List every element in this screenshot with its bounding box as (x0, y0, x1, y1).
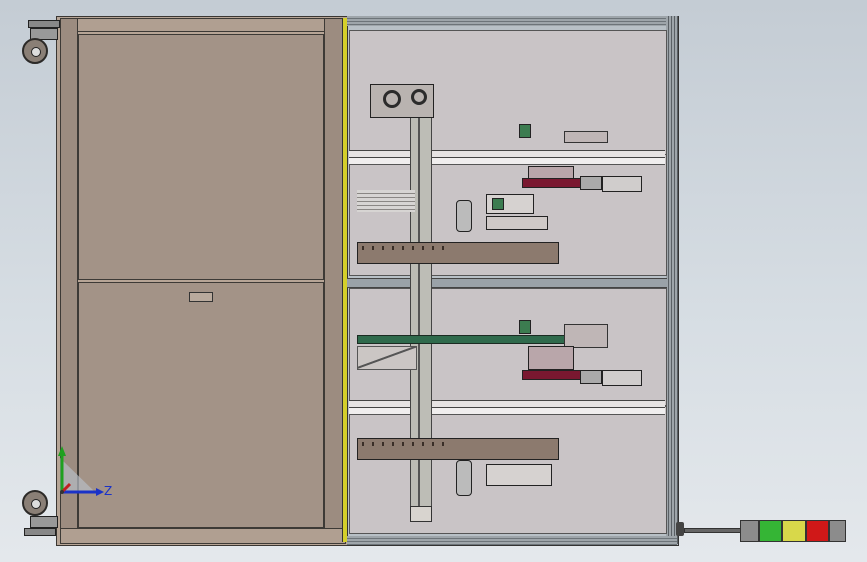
tower-light-green (759, 520, 783, 542)
lower-shelf (349, 400, 665, 408)
column-foot (410, 506, 432, 522)
upper-shelf (349, 150, 665, 158)
base-plate-holes-upper (362, 246, 452, 250)
tower-light-cap (828, 520, 847, 542)
lower-shelf-2 (349, 408, 665, 415)
cylinder-lower[interactable] (456, 460, 552, 496)
diagonal-brace (357, 346, 417, 370)
tower-light-mount (676, 522, 684, 536)
cabinet-right-post (324, 18, 344, 544)
sensor-lower[interactable] (519, 320, 531, 334)
caster-top[interactable] (22, 20, 60, 66)
tower-light-yellow (782, 520, 806, 542)
frame-mid-profile (347, 278, 667, 288)
horizontal-beam-upper (357, 190, 415, 212)
cylinder-upper[interactable] (456, 194, 548, 232)
base-plate-holes-lower (362, 442, 452, 446)
sensor-upper[interactable] (519, 124, 531, 138)
cad-viewport[interactable]: Z (0, 0, 867, 562)
green-bar[interactable] (357, 335, 567, 344)
tower-light[interactable] (740, 520, 847, 542)
tower-light-arm (684, 528, 742, 533)
upper-shelf-2 (349, 158, 665, 165)
frame-right-post (666, 16, 678, 544)
gearbox[interactable] (370, 84, 434, 118)
upper-door-panel[interactable] (78, 34, 324, 280)
frame-top-profile (347, 16, 677, 26)
motor-assembly-lower[interactable] (520, 344, 642, 386)
cabinet-bottom-rail (60, 528, 346, 544)
door-handle[interactable] (189, 292, 213, 302)
tower-light-base (740, 520, 760, 542)
triad-z-label: Z (104, 484, 113, 498)
tower-light-red (805, 520, 829, 542)
cabinet-top-rail (60, 18, 346, 32)
bracket-upper (564, 131, 608, 143)
motor-assembly-upper[interactable] (520, 166, 642, 192)
frame-bottom-profile (347, 536, 677, 545)
